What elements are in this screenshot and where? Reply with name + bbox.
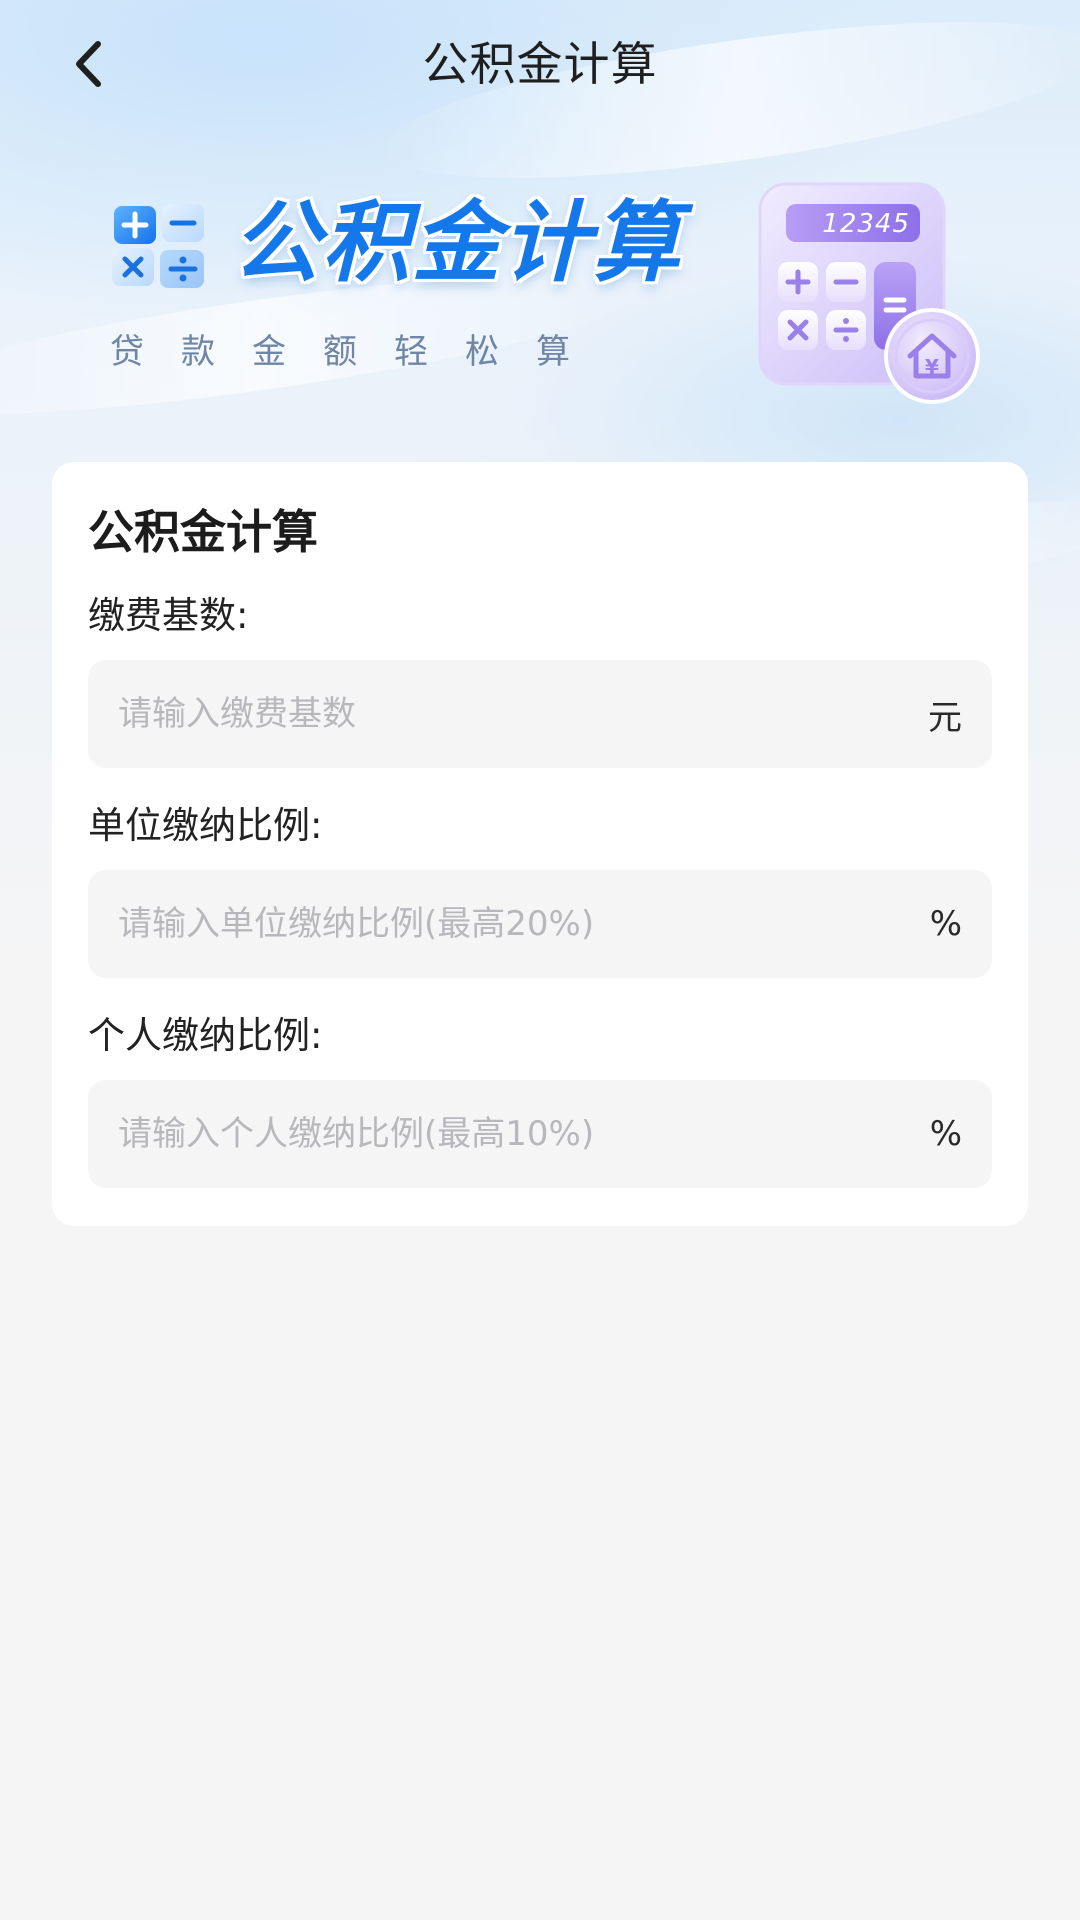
employer-ratio-input[interactable]	[118, 904, 910, 944]
contribution-base-unit: 元	[928, 697, 962, 738]
contribution-base-field[interactable]: 元	[88, 660, 992, 768]
calculator-illustration: 12345 ¥	[758, 182, 980, 404]
calculator-form-card: 公积金计算 缴费基数: 元 单位缴纳比例: % 个人缴纳比例: %	[52, 462, 1028, 1226]
page-title: 公积金计算	[422, 37, 658, 91]
contribution-base-label: 缴费基数:	[88, 594, 249, 637]
calculator-display-text: 12345	[822, 209, 910, 239]
banner-title: 公积金计算	[232, 191, 683, 294]
math-operators-icon	[112, 204, 204, 288]
top-bar: 公积金计算	[0, 0, 1080, 130]
form-title: 公积金计算	[88, 505, 318, 559]
personal-ratio-field[interactable]: %	[88, 1080, 992, 1188]
personal-ratio-unit: %	[929, 1114, 962, 1154]
house-badge-symbol: ¥	[925, 355, 939, 379]
personal-ratio-label: 个人缴纳比例:	[88, 1014, 323, 1057]
banner-subtitle: 贷款金额轻松算	[110, 332, 607, 372]
employer-ratio-label: 单位缴纳比例:	[88, 804, 323, 847]
contribution-base-input[interactable]	[118, 694, 908, 734]
employer-ratio-unit: %	[929, 904, 962, 944]
employer-ratio-field[interactable]: %	[88, 870, 992, 978]
personal-ratio-input[interactable]	[118, 1114, 910, 1154]
